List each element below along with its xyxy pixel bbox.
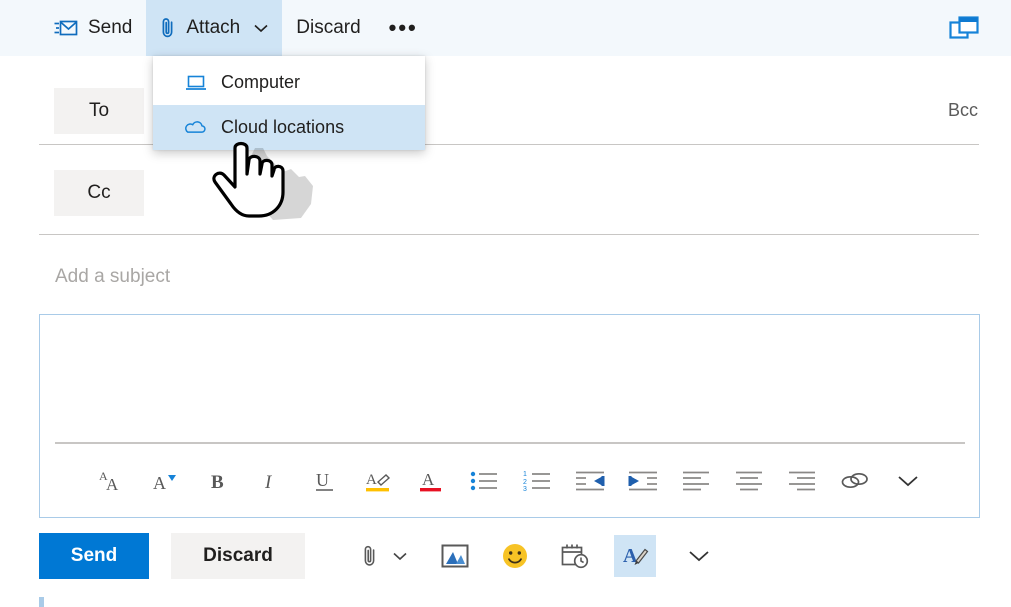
- schedule-meeting-icon[interactable]: [558, 536, 592, 576]
- menu-item-cloud-locations[interactable]: Cloud locations: [153, 105, 425, 150]
- discard-command-button[interactable]: Discard: [282, 0, 374, 56]
- menu-item-computer-label: Computer: [221, 72, 301, 92]
- bcc-toggle-button[interactable]: Bcc: [948, 100, 978, 121]
- action-bar: Send Discard A: [39, 533, 980, 579]
- menu-item-cloud-locations-label: Cloud locations: [221, 117, 345, 137]
- discard-button[interactable]: Discard: [171, 533, 305, 579]
- underline-icon[interactable]: U: [310, 464, 340, 498]
- to-field-row: To Bcc: [0, 82, 1011, 140]
- increase-indent-icon[interactable]: [628, 464, 658, 498]
- insert-picture-icon[interactable]: [438, 536, 472, 576]
- computer-monitor-icon: [185, 74, 207, 92]
- more-formatting-icon[interactable]: [893, 464, 923, 498]
- font-grow-icon[interactable]: A: [151, 464, 181, 498]
- cc-label: Cc: [87, 182, 111, 203]
- bold-icon[interactable]: B: [204, 464, 234, 498]
- font-color-icon[interactable]: A: [416, 464, 446, 498]
- send-button-label: Send: [70, 545, 118, 566]
- discard-command-label: Discard: [296, 17, 361, 38]
- emoji-icon[interactable]: [498, 536, 532, 576]
- font-size-icon[interactable]: A A: [98, 464, 128, 498]
- formatting-toolbar-divider: [55, 442, 965, 444]
- svg-text:U: U: [316, 470, 329, 490]
- message-body-input[interactable]: [40, 315, 979, 441]
- chevron-down-icon: [254, 24, 268, 33]
- compose-window: Send Attach Discard ••• Computer Cloud l…: [0, 0, 1011, 607]
- align-right-icon[interactable]: [787, 464, 817, 498]
- to-label-pill[interactable]: To: [54, 88, 144, 134]
- send-button[interactable]: Send: [39, 533, 149, 579]
- command-bar: Send Attach Discard •••: [0, 0, 1011, 56]
- svg-text:3: 3: [523, 486, 527, 492]
- attach-chevron-down-icon[interactable]: [387, 536, 413, 576]
- svg-text:1: 1: [523, 471, 527, 478]
- overflow-menu-button[interactable]: •••: [375, 0, 432, 56]
- italic-icon[interactable]: I: [257, 464, 287, 498]
- more-options-chevron-icon[interactable]: [682, 536, 716, 576]
- menu-item-computer[interactable]: Computer: [153, 60, 425, 105]
- formatting-toolbar: A A A B I U A A 1 2 3: [40, 445, 979, 517]
- svg-text:B: B: [211, 472, 224, 493]
- subject-placeholder: Add a subject: [55, 266, 171, 287]
- svg-text:A: A: [366, 472, 377, 488]
- attach-paperclip-icon[interactable]: [353, 536, 387, 576]
- to-label: To: [88, 100, 110, 121]
- discard-button-label: Discard: [203, 545, 273, 566]
- align-left-icon[interactable]: [681, 464, 711, 498]
- attach-command-label: Attach: [186, 17, 241, 38]
- overflow-menu-label: •••: [388, 15, 418, 41]
- cc-label-pill[interactable]: Cc: [54, 170, 144, 216]
- cc-field-row: Cc: [0, 164, 1011, 222]
- decrease-indent-icon[interactable]: [575, 464, 605, 498]
- svg-text:2: 2: [523, 479, 527, 486]
- send-mail-icon: [54, 19, 78, 37]
- send-command-label: Send: [88, 17, 133, 38]
- attach-command-button[interactable]: Attach: [146, 0, 283, 56]
- highlight-icon[interactable]: A: [363, 464, 393, 498]
- body-caret-marker: [39, 597, 44, 607]
- svg-text:A: A: [422, 470, 435, 489]
- subject-input[interactable]: Add a subject: [55, 262, 755, 292]
- numbered-list-icon[interactable]: 1 2 3: [522, 464, 552, 498]
- pop-out-window-icon[interactable]: [944, 9, 984, 47]
- bcc-label: Bcc: [947, 100, 978, 120]
- insert-link-icon[interactable]: [840, 464, 870, 498]
- svg-text:A: A: [106, 475, 119, 494]
- format-painter-icon[interactable]: A: [614, 535, 656, 577]
- svg-text:I: I: [264, 472, 273, 493]
- compose-body-container: A A A B I U A A 1 2 3: [39, 314, 980, 518]
- attach-dropdown-menu: Computer Cloud locations: [153, 56, 425, 150]
- bulleted-list-icon[interactable]: [469, 464, 499, 498]
- send-command-button[interactable]: Send: [40, 0, 146, 56]
- cc-row-divider: [39, 234, 979, 235]
- paperclip-icon: [160, 17, 176, 39]
- svg-text:A: A: [153, 473, 166, 493]
- align-center-icon[interactable]: [734, 464, 764, 498]
- cloud-icon: [185, 120, 207, 136]
